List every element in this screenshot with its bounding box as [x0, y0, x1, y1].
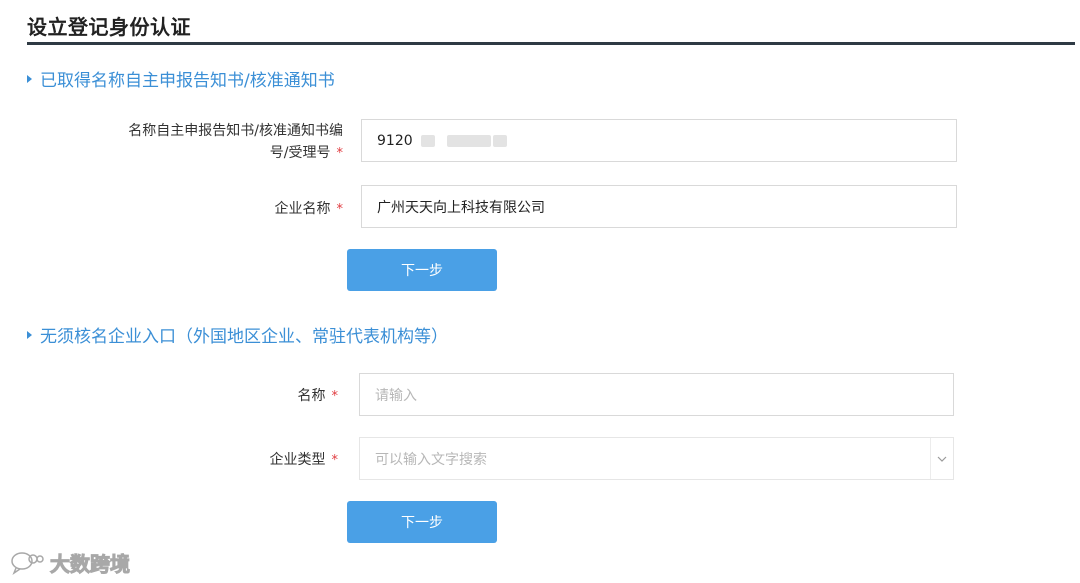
section-heading-unnamed-text: 无须核名企业入口（外国地区企业、常驻代表机构等）: [40, 327, 448, 347]
triangle-right-icon: [27, 330, 32, 339]
redaction-mask: [492, 134, 507, 147]
required-mark: *: [336, 202, 344, 217]
notice-number-value: 9120: [377, 132, 413, 149]
required-mark: *: [336, 146, 344, 161]
redaction-mask: [446, 134, 491, 147]
company-name-value: 广州天天向上科技有限公司: [377, 199, 545, 216]
page-title: 设立登记身份认证: [27, 15, 191, 39]
wechat-logo-icon: [11, 551, 44, 575]
watermark: 大数跨境: [10, 548, 131, 577]
identity-auth-page: 设立登记身份认证 已取得名称自主申报告知书/核准通知书 名称自主申报告知书/核准…: [0, 0, 1080, 583]
chevron-down-icon[interactable]: [930, 438, 953, 479]
company-type-select[interactable]: 可以输入文字搜索: [359, 437, 954, 480]
required-mark: *: [331, 389, 339, 404]
company-type-label-text: 企业类型: [269, 452, 326, 468]
watermark-text: 大数跨境: [50, 552, 131, 577]
notice-number-label-line1: 名称自主申报告知书/核准通知书编: [128, 123, 343, 139]
company-name-label: 企业名称 *: [275, 198, 344, 221]
company-type-label: 企业类型 *: [270, 449, 339, 472]
notice-number-label-line2-wrap: 号/受理号 *: [128, 142, 343, 165]
name-label: 名称 *: [298, 385, 339, 408]
redaction-mask: [420, 134, 435, 147]
required-mark: *: [331, 453, 339, 468]
notice-number-label-line2: 号/受理号: [269, 145, 331, 161]
name-label-text: 名称: [297, 388, 326, 404]
notice-number-label: 名称自主申报告知书/核准通知书编 号/受理号 *: [128, 120, 343, 165]
name-input-placeholder: 请输入: [375, 387, 417, 404]
name-input[interactable]: 请输入: [359, 373, 954, 416]
section-heading-named: 已取得名称自主申报告知书/核准通知书: [27, 66, 335, 91]
notice-number-input[interactable]: 9120: [361, 119, 957, 162]
section-heading-unnamed: 无须核名企业入口（外国地区企业、常驻代表机构等）: [27, 322, 448, 347]
company-name-label-text: 企业名称: [274, 201, 331, 217]
next-button-named[interactable]: 下一步: [347, 249, 497, 291]
company-type-placeholder: 可以输入文字搜索: [375, 451, 487, 468]
next-button-unnamed[interactable]: 下一步: [347, 501, 497, 543]
triangle-right-icon: [27, 74, 32, 83]
title-divider: [27, 42, 1075, 45]
company-name-input[interactable]: 广州天天向上科技有限公司: [361, 185, 957, 228]
section-heading-named-text: 已取得名称自主申报告知书/核准通知书: [40, 71, 335, 91]
